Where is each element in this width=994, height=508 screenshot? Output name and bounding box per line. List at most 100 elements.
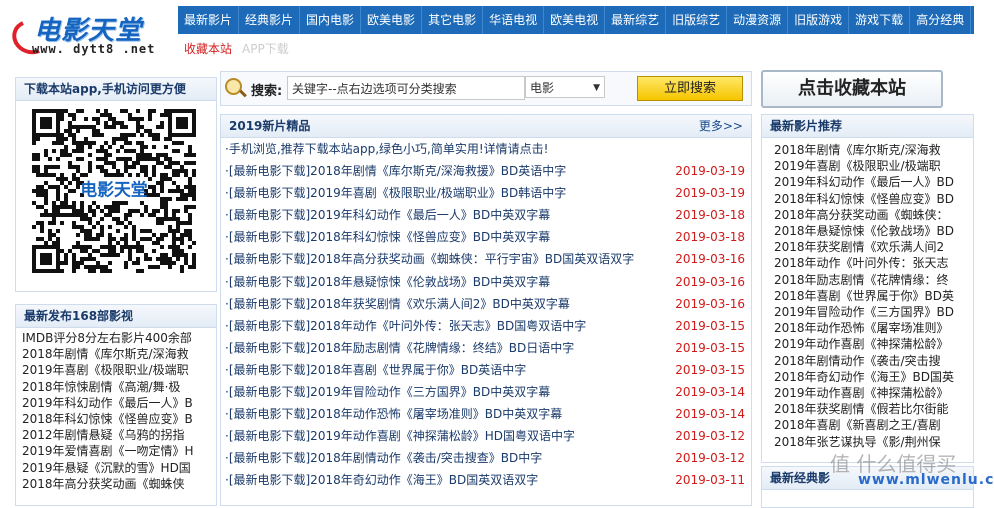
nav-item[interactable]: 高分经典 bbox=[910, 6, 972, 34]
nav-item[interactable]: 其它电影 bbox=[422, 6, 484, 34]
recommended-item[interactable]: 2019年喜剧《极限职业/极端职 bbox=[774, 158, 965, 174]
list-item[interactable]: 2018年剧情《库尔斯克/深海救 bbox=[22, 346, 210, 362]
recommended-item[interactable]: 2018年获奖剧情《欢乐满人间2 bbox=[774, 239, 965, 255]
recommended-title: 最新影片推荐 bbox=[762, 115, 973, 138]
recommended-item[interactable]: 2018年励志剧情《花牌情缘：终 bbox=[774, 272, 965, 288]
nav-item[interactable]: 国内电影 bbox=[300, 6, 362, 34]
recommended-item[interactable]: 2018年剧情《库尔斯克/深海救 bbox=[774, 142, 965, 158]
movie-row[interactable]: ·[最新电影下载]2018年动作《叶问外传：张天志》BD国粤双语中字 2019-0… bbox=[225, 315, 745, 337]
new-releases-box: 2019新片精品 更多>> ·手机浏览,推荐下载本站app,绿色小巧,简单实用!… bbox=[220, 114, 752, 506]
list-item[interactable]: 2018年高分获奖动画《蜘蛛侠 bbox=[22, 476, 210, 492]
recommended-item[interactable]: 2018年科幻惊悚《怪兽应变》BD bbox=[774, 191, 965, 207]
favorite-site-link[interactable]: 收藏本站 bbox=[184, 40, 232, 57]
release-date: 2019-03-14 bbox=[675, 407, 745, 422]
nav-item[interactable]: 游戏下载 bbox=[849, 6, 911, 34]
list-item[interactable]: 2019年科幻动作《最后一人》B bbox=[22, 395, 210, 411]
recommended-item[interactable]: 2018年高分获奖动画《蜘蛛侠： bbox=[774, 207, 965, 223]
more-link[interactable]: 更多>> bbox=[699, 115, 743, 137]
app-box-title: 下载本站app,手机访问更方便 bbox=[16, 78, 216, 101]
nav-item[interactable]: 欧美电影 bbox=[361, 6, 423, 34]
new-releases-title: 2019新片精品 bbox=[229, 119, 311, 133]
recommended-item[interactable]: 2019年动作喜剧《神探蒲松龄》 bbox=[774, 385, 965, 401]
movie-row[interactable]: ·[最新电影下载]2019年科幻动作《最后一人》BD中英双字幕 2019-03-1… bbox=[225, 204, 745, 226]
release-date: 2019-03-15 bbox=[675, 362, 745, 377]
recommended-item[interactable]: 2018年动作恐怖《屠宰场准则》 bbox=[774, 320, 965, 336]
latest-168-box: 最新发布168部影视 IMDB评分8分左右影片400余部 2018年剧情《库尔斯克… bbox=[15, 304, 217, 506]
movie-row[interactable]: ·[最新电影下载]2018年科幻惊悚《怪兽应变》BD中英双字幕 2019-03-1… bbox=[225, 226, 745, 248]
movie-title-link[interactable]: ·[最新电影下载]2018年励志剧情《花牌情缘：终结》BD日语中字 bbox=[225, 341, 574, 355]
list-item[interactable]: 2019年爱情喜剧《一吻定情》H bbox=[22, 443, 210, 459]
movie-row[interactable]: ·[最新电影下载]2018年剧情《库尔斯克/深海救援》BD英语中字 2019-03… bbox=[225, 160, 745, 182]
recommended-item[interactable]: 2019年冒险动作《三方国界》BD bbox=[774, 304, 965, 320]
search-button[interactable]: 立即搜索 bbox=[637, 76, 743, 101]
movie-title-link[interactable]: ·[最新电影下载]2018年剧情动作《袭击/突击搜查》BD中字 bbox=[225, 451, 542, 465]
list-item[interactable]: 2018年惊悚剧情《高潮/舞·极 bbox=[22, 379, 210, 395]
nav-item[interactable]: 旧版综艺 bbox=[666, 6, 728, 34]
movie-row[interactable]: ·[最新电影下载]2018年奇幻动作《海王》BD国英双语双字 2019-03-11 bbox=[225, 469, 745, 491]
watermark-site: www.mlwenlu.com bbox=[858, 472, 994, 488]
movie-title-link[interactable]: ·[最新电影下载]2018年悬疑惊悚《伦敦战场》BD中英双字幕 bbox=[225, 275, 550, 289]
list-item[interactable]: 2018年科幻惊悚《怪兽应变》B bbox=[22, 411, 210, 427]
recommended-item[interactable]: 2019年动作喜剧《神探蒲松龄》 bbox=[774, 336, 965, 352]
site-logo[interactable]: 电影天堂 www. dytt8 .net bbox=[7, 6, 170, 60]
movie-title-link[interactable]: ·[最新电影下载]2018年剧情《库尔斯克/深海救援》BD英语中字 bbox=[225, 164, 566, 178]
qr-code[interactable]: 电影天堂 bbox=[16, 101, 216, 276]
recommended-item[interactable]: 2018年奇幻动作《海王》BD国英 bbox=[774, 369, 965, 385]
list-item[interactable]: 2019年悬疑《沉默的雪》HD国 bbox=[22, 460, 210, 476]
movie-title-link[interactable]: ·[最新电影下载]2018年奇幻动作《海王》BD国英双语双字 bbox=[225, 473, 538, 487]
nav-item[interactable]: 动漫资源 bbox=[727, 6, 789, 34]
movie-title-link[interactable]: ·[最新电影下载]2018年动作恐怖《屠宰场准则》BD中英双字幕 bbox=[225, 407, 562, 421]
search-input[interactable] bbox=[287, 76, 525, 100]
release-date: 2019-03-15 bbox=[675, 318, 745, 333]
search-bar: 搜索: 电影 ▼ 立即搜索 bbox=[220, 71, 752, 106]
movie-title-link[interactable]: ·[最新电影下载]2018年获奖剧情《欢乐满人间2》BD中英双字幕 bbox=[225, 297, 570, 311]
list-item[interactable]: 2012年剧情悬疑《乌鸦的拐指 bbox=[22, 427, 210, 443]
recommended-item[interactable]: 2018年动作《叶问外传：张天志 bbox=[774, 255, 965, 271]
search-category-select[interactable]: 电影 ▼ bbox=[525, 76, 605, 98]
nav-item[interactable]: 最新综艺 bbox=[605, 6, 667, 34]
nav-item[interactable]: 欧美电视 bbox=[544, 6, 606, 34]
nav-item[interactable]: 华语电视 bbox=[483, 6, 545, 34]
release-date: 2019-03-16 bbox=[675, 296, 745, 311]
release-date: 2019-03-11 bbox=[675, 473, 745, 488]
logo-url: www. dytt8 .net bbox=[32, 42, 156, 56]
release-date: 2019-03-19 bbox=[675, 164, 745, 179]
movie-row[interactable]: ·[最新电影下载]2018年获奖剧情《欢乐满人间2》BD中英双字幕 2019-03… bbox=[225, 293, 745, 315]
movie-row[interactable]: ·[最新电影下载]2019年动作喜剧《神探蒲松龄》HD国粤双语中字 2019-03… bbox=[225, 425, 745, 447]
recommended-item[interactable]: 2018年剧情动作《袭击/突击搜 bbox=[774, 353, 965, 369]
release-date: 2019-03-18 bbox=[675, 230, 745, 245]
list-item[interactable]: IMDB评分8分左右影片400余部 bbox=[22, 330, 210, 346]
movie-row[interactable]: ·[最新电影下载]2018年喜剧《世界属于你》BD英语中字 2019-03-15 bbox=[225, 359, 745, 381]
release-date: 2019-03-18 bbox=[675, 208, 745, 223]
app-notice[interactable]: ·手机浏览,推荐下载本站app,绿色小巧,简单实用!详情请点击! bbox=[225, 138, 745, 160]
movie-title-link[interactable]: ·[最新电影下载]2018年科幻惊悚《怪兽应变》BD中英双字幕 bbox=[225, 230, 550, 244]
app-download-link[interactable]: APP下载 bbox=[242, 40, 289, 57]
movie-row[interactable]: ·[最新电影下载]2018年高分获奖动画《蜘蛛侠：平行宇宙》BD国英双语双字 20… bbox=[225, 248, 745, 270]
movie-title-link[interactable]: ·[最新电影下载]2018年喜剧《世界属于你》BD英语中字 bbox=[225, 363, 526, 377]
movie-row[interactable]: ·[最新电影下载]2019年喜剧《极限职业/极端职业》BD韩语中字 2019-03… bbox=[225, 182, 745, 204]
new-releases-list: ·手机浏览,推荐下载本站app,绿色小巧,简单实用!详情请点击! ·[最新电影下… bbox=[221, 138, 751, 492]
recommended-item[interactable]: 2018年获奖剧情《假若比尔街能 bbox=[774, 401, 965, 417]
movie-title-link[interactable]: ·[最新电影下载]2018年动作《叶问外传：张天志》BD国粤双语中字 bbox=[225, 319, 586, 333]
nav-item[interactable]: 最新影片 bbox=[178, 6, 240, 34]
release-date: 2019-03-15 bbox=[675, 340, 745, 355]
movie-row[interactable]: ·[最新电影下载]2018年励志剧情《花牌情缘：终结》BD日语中字 2019-03… bbox=[225, 337, 745, 359]
movie-row[interactable]: ·[最新电影下载]2019年冒险动作《三方国界》BD中英双字幕 2019-03-1… bbox=[225, 381, 745, 403]
bookmark-site-button[interactable]: 点击收藏本站 bbox=[761, 70, 943, 108]
movie-row[interactable]: ·[最新电影下载]2018年剧情动作《袭击/突击搜查》BD中字 2019-03-1… bbox=[225, 447, 745, 469]
movie-row[interactable]: ·[最新电影下载]2018年动作恐怖《屠宰场准则》BD中英双字幕 2019-03-… bbox=[225, 403, 745, 425]
movie-title-link[interactable]: ·[最新电影下载]2019年科幻动作《最后一人》BD中英双字幕 bbox=[225, 208, 550, 222]
movie-title-link[interactable]: ·[最新电影下载]2019年冒险动作《三方国界》BD中英双字幕 bbox=[225, 385, 550, 399]
nav-item[interactable]: 旧版游戏 bbox=[788, 6, 850, 34]
recommended-item[interactable]: 2018年喜剧《世界属于你》BD英 bbox=[774, 288, 965, 304]
release-date: 2019-03-12 bbox=[675, 429, 745, 444]
list-item[interactable]: 2019年喜剧《极限职业/极端职 bbox=[22, 362, 210, 378]
movie-title-link[interactable]: ·[最新电影下载]2019年动作喜剧《神探蒲松龄》HD国粤双语中字 bbox=[225, 429, 575, 443]
movie-title-link[interactable]: ·[最新电影下载]2019年喜剧《极限职业/极端职业》BD韩语中字 bbox=[225, 186, 566, 200]
nav-item[interactable]: 经典影片 bbox=[239, 6, 301, 34]
recommended-item[interactable]: 2018年喜剧《新喜剧之王/喜剧 bbox=[774, 417, 965, 433]
movie-title-link[interactable]: ·[最新电影下载]2018年高分获奖动画《蜘蛛侠：平行宇宙》BD国英双语双字 bbox=[225, 252, 634, 266]
recommended-item[interactable]: 2018年悬疑惊悚《伦敦战场》BD bbox=[774, 223, 965, 239]
movie-row[interactable]: ·[最新电影下载]2018年悬疑惊悚《伦敦战场》BD中英双字幕 2019-03-1… bbox=[225, 271, 745, 293]
recommended-item[interactable]: 2019年科幻动作《最后一人》BD bbox=[774, 174, 965, 190]
